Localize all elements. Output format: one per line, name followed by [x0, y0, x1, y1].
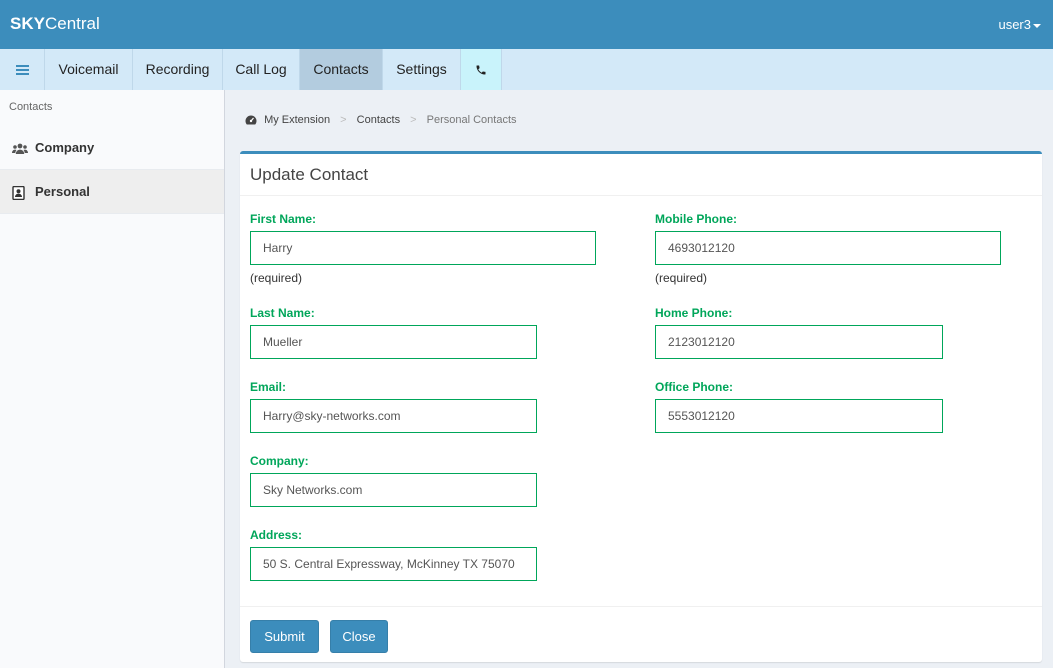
tab-call-log[interactable]: Call Log: [223, 49, 300, 90]
breadcrumb-contacts-link[interactable]: Contacts: [357, 114, 400, 126]
phone-button[interactable]: [461, 49, 502, 90]
sidebar-item-label: Personal: [35, 184, 90, 199]
mobile-phone-hint: (required): [655, 271, 708, 285]
home-phone-input[interactable]: [655, 325, 943, 359]
last-name-label: Last Name:: [250, 306, 315, 320]
divider: [240, 606, 1042, 607]
app-logo[interactable]: SKYCentral: [10, 14, 100, 34]
sidebar-header: Contacts: [9, 101, 53, 113]
sidebar-item-company[interactable]: Company: [0, 126, 224, 170]
office-phone-label: Office Phone:: [655, 380, 734, 394]
user-menu[interactable]: user3: [998, 17, 1041, 32]
tab-contacts[interactable]: Contacts: [300, 49, 383, 90]
sidebar-item-personal[interactable]: Personal: [0, 170, 224, 214]
home-phone-label: Home Phone:: [655, 306, 733, 320]
office-phone-input[interactable]: [655, 399, 943, 433]
divider: [240, 195, 1042, 196]
breadcrumb-current: Personal Contacts: [426, 114, 517, 127]
breadcrumb-separator: >: [410, 114, 417, 127]
users-icon: [12, 126, 28, 170]
email-input[interactable]: [250, 399, 537, 433]
caret-down-icon: [1033, 23, 1041, 28]
first-name-label: First Name:: [250, 212, 317, 226]
breadcrumb: My Extension > Contacts > Personal Conta…: [245, 114, 517, 126]
tab-voicemail[interactable]: Voicemail: [45, 49, 133, 90]
email-label: Email:: [250, 380, 287, 394]
mobile-phone-label: Mobile Phone:: [655, 212, 737, 226]
phone-icon: [476, 65, 486, 75]
company-label: Company:: [250, 454, 309, 468]
sidebar: Contacts Company Personal: [0, 90, 225, 668]
breadcrumb-separator: >: [340, 114, 347, 127]
address-book-icon: [12, 170, 25, 214]
main-nav: Voicemail Recording Call Log Contacts Se…: [0, 49, 1053, 90]
sidebar-item-label: Company: [35, 140, 95, 155]
tab-settings[interactable]: Settings: [383, 49, 461, 90]
brand-bold: SKY: [10, 14, 45, 33]
first-name-hint: (required): [250, 271, 303, 285]
dashboard-icon: [245, 114, 264, 126]
breadcrumb-home-link[interactable]: My Extension: [264, 114, 330, 126]
address-label: Address:: [250, 528, 303, 542]
submit-button[interactable]: Submit: [250, 620, 319, 653]
panel-title: Update Contact: [250, 165, 369, 184]
last-name-input[interactable]: [250, 325, 537, 359]
tab-recording[interactable]: Recording: [133, 49, 223, 90]
brand-rest: Central: [44, 14, 100, 33]
close-button[interactable]: Close: [330, 620, 388, 653]
menu-toggle-button[interactable]: [0, 49, 45, 90]
company-input[interactable]: [250, 473, 537, 507]
hamburger-icon: [15, 63, 29, 77]
address-input[interactable]: [250, 547, 537, 581]
mobile-phone-input[interactable]: [655, 231, 1001, 265]
top-header: SKYCentral user3: [0, 0, 1053, 49]
first-name-input[interactable]: [250, 231, 596, 265]
update-contact-panel: Update Contact First Name: (required) La…: [240, 151, 1042, 662]
user-name: user3: [998, 17, 1031, 32]
